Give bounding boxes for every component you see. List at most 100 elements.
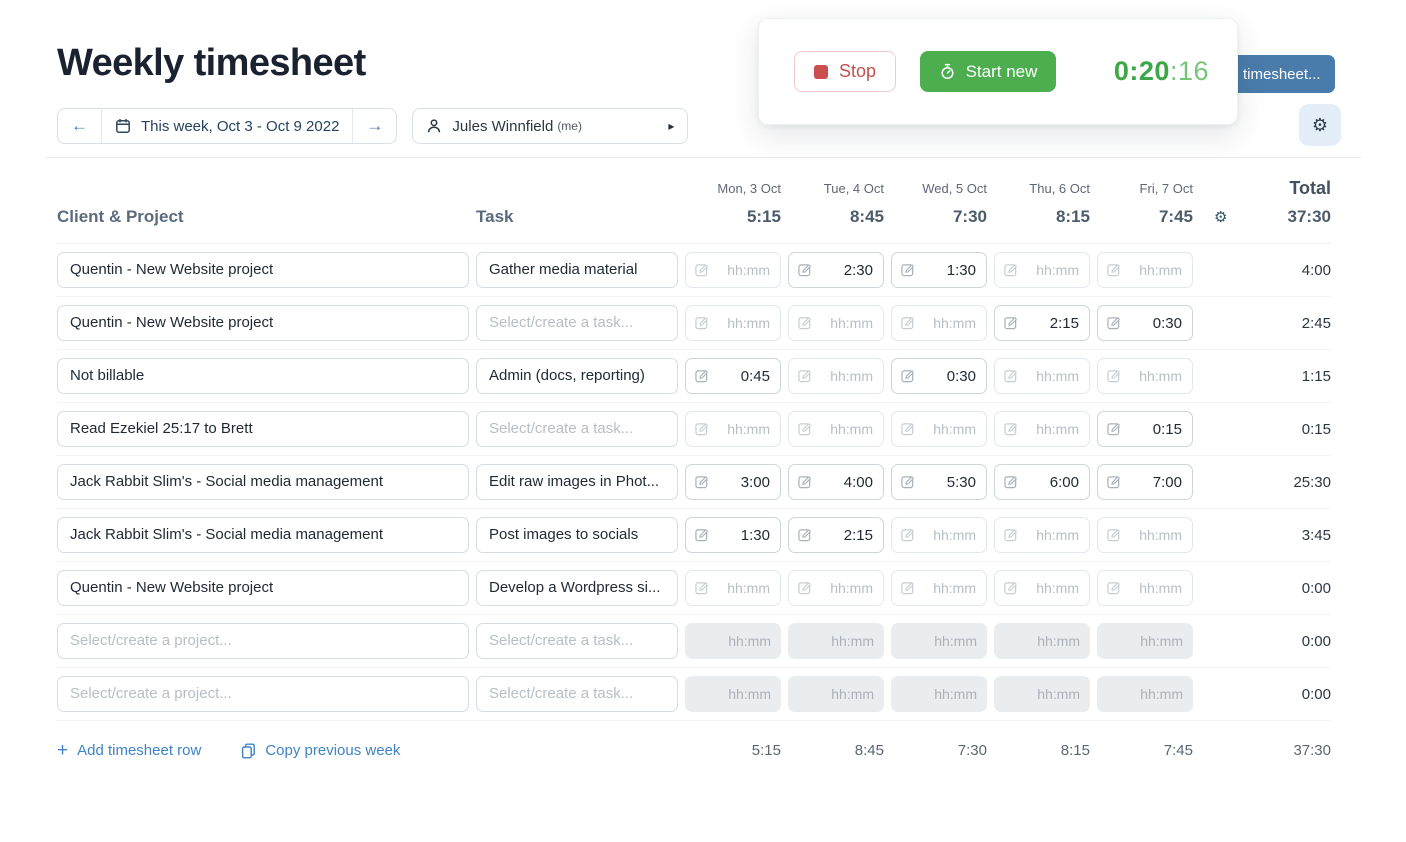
task-input[interactable]: Select/create a task...: [476, 623, 678, 659]
task-input[interactable]: Develop a Wordpress si...: [476, 570, 678, 606]
time-cell: hh:mm: [1097, 623, 1193, 659]
task-input[interactable]: Gather media material: [476, 252, 678, 288]
task-input[interactable]: Edit raw images in Phot...: [476, 464, 678, 500]
time-cell[interactable]: 5:30: [891, 464, 987, 500]
project-input[interactable]: Not billable: [57, 358, 469, 394]
time-cell[interactable]: 7:00: [1097, 464, 1193, 500]
time-cell[interactable]: 3:00: [685, 464, 781, 500]
time-cell[interactable]: hh:mm: [1097, 252, 1193, 288]
time-cell[interactable]: hh:mm: [788, 570, 884, 606]
person-name: Jules Winnfield: [452, 118, 553, 135]
time-cell[interactable]: hh:mm: [994, 358, 1090, 394]
time-cell[interactable]: hh:mm: [994, 411, 1090, 447]
time-cell[interactable]: hh:mm: [788, 305, 884, 341]
time-cell[interactable]: hh:mm: [891, 411, 987, 447]
columns-settings-icon[interactable]: ⚙: [1214, 210, 1227, 225]
task-input[interactable]: Post images to socials: [476, 517, 678, 553]
project-input[interactable]: Select/create a project...: [57, 623, 469, 659]
task-input[interactable]: Select/create a task...: [476, 305, 678, 341]
footer-day-total: 7:30: [891, 742, 987, 759]
time-cell[interactable]: hh:mm: [1097, 570, 1193, 606]
time-cell[interactable]: hh:mm: [891, 570, 987, 606]
project-input[interactable]: Select/create a project...: [57, 676, 469, 712]
time-cell[interactable]: hh:mm: [994, 517, 1090, 553]
row-total: 0:00: [1200, 686, 1331, 703]
time-cell[interactable]: 2:15: [788, 517, 884, 553]
task-input[interactable]: Select/create a task...: [476, 676, 678, 712]
edit-icon: [901, 475, 915, 489]
day-header: Wed, 5 Oct: [891, 181, 987, 196]
project-input[interactable]: Quentin - New Website project: [57, 252, 469, 288]
time-cell[interactable]: hh:mm: [685, 305, 781, 341]
edit-icon: [1107, 528, 1121, 542]
time-cell[interactable]: hh:mm: [891, 305, 987, 341]
arrow-right-icon: →: [366, 116, 383, 136]
time-cell[interactable]: 1:30: [685, 517, 781, 553]
time-cell[interactable]: hh:mm: [891, 517, 987, 553]
settings-button[interactable]: ⚙: [1299, 104, 1341, 146]
time-cell[interactable]: 0:30: [1097, 305, 1193, 341]
time-cell[interactable]: 4:00: [788, 464, 884, 500]
arrow-left-icon: ←: [71, 116, 88, 136]
timesheet-row: Quentin - New Website projectDevelop a W…: [57, 562, 1331, 615]
previous-week-button[interactable]: ←: [58, 109, 101, 143]
gear-icon: ⚙: [1312, 115, 1328, 136]
edit-icon: [901, 581, 915, 595]
row-total: 0:15: [1200, 421, 1331, 438]
row-total: 1:15: [1200, 368, 1331, 385]
time-cell[interactable]: hh:mm: [788, 358, 884, 394]
project-input[interactable]: Read Ezekiel 25:17 to Brett: [57, 411, 469, 447]
time-cell[interactable]: 1:30: [891, 252, 987, 288]
next-week-button[interactable]: →: [352, 109, 396, 143]
time-cell[interactable]: hh:mm: [685, 411, 781, 447]
edit-icon: [798, 422, 812, 436]
time-cell[interactable]: 6:00: [994, 464, 1090, 500]
user-icon: [426, 118, 442, 134]
table-header: Mon, 3 Oct Tue, 4 Oct Wed, 5 Oct Thu, 6 …: [57, 178, 1331, 244]
edit-icon: [1107, 369, 1121, 383]
time-cell[interactable]: 0:30: [891, 358, 987, 394]
copy-previous-week-button[interactable]: Copy previous week: [241, 742, 400, 759]
day-total-header: 5:15: [685, 207, 781, 227]
day-header: Fri, 7 Oct: [1097, 181, 1193, 196]
add-row-label: Add timesheet row: [77, 742, 201, 759]
project-input[interactable]: Jack Rabbit Slim's - Social media manage…: [57, 517, 469, 553]
time-cell[interactable]: hh:mm: [994, 252, 1090, 288]
person-me-suffix: (me): [557, 119, 582, 133]
time-cell[interactable]: 2:30: [788, 252, 884, 288]
time-cell[interactable]: hh:mm: [1097, 358, 1193, 394]
task-input[interactable]: Select/create a task...: [476, 411, 678, 447]
project-input[interactable]: Jack Rabbit Slim's - Social media manage…: [57, 464, 469, 500]
week-label: This week, Oct 3 - Oct 9 2022: [141, 118, 339, 135]
timesheet-row: Not billableAdmin (docs, reporting)0:45h…: [57, 350, 1331, 403]
edit-icon: [1107, 475, 1121, 489]
start-new-button[interactable]: Start new: [920, 51, 1056, 92]
project-input[interactable]: Quentin - New Website project: [57, 570, 469, 606]
time-cell: hh:mm: [994, 623, 1090, 659]
edit-icon: [695, 475, 709, 489]
task-input[interactable]: Admin (docs, reporting): [476, 358, 678, 394]
time-cell[interactable]: hh:mm: [994, 570, 1090, 606]
time-cell[interactable]: hh:mm: [685, 252, 781, 288]
time-cell: hh:mm: [891, 623, 987, 659]
row-total: 0:00: [1200, 633, 1331, 650]
time-cell[interactable]: 0:45: [685, 358, 781, 394]
time-cell: hh:mm: [1097, 676, 1193, 712]
week-selector[interactable]: This week, Oct 3 - Oct 9 2022: [101, 109, 352, 143]
time-cell[interactable]: hh:mm: [1097, 517, 1193, 553]
day-total-header: 7:45: [1097, 207, 1193, 227]
timesheet-action-button[interactable]: timesheet...: [1229, 55, 1335, 93]
time-cell[interactable]: 2:15: [994, 305, 1090, 341]
footer-day-total: 8:15: [994, 742, 1090, 759]
row-total: 0:00: [1200, 580, 1331, 597]
time-cell[interactable]: hh:mm: [685, 570, 781, 606]
person-selector[interactable]: Jules Winnfield (me) ▸: [412, 108, 688, 144]
time-cell[interactable]: hh:mm: [788, 411, 884, 447]
project-input[interactable]: Quentin - New Website project: [57, 305, 469, 341]
add-timesheet-row-button[interactable]: + Add timesheet row: [57, 741, 201, 760]
time-cell[interactable]: 0:15: [1097, 411, 1193, 447]
edit-icon: [695, 316, 709, 330]
stop-button[interactable]: Stop: [794, 51, 896, 92]
row-total: 2:45: [1200, 315, 1331, 332]
timesheet-row: Quentin - New Website projectGather medi…: [57, 244, 1331, 297]
